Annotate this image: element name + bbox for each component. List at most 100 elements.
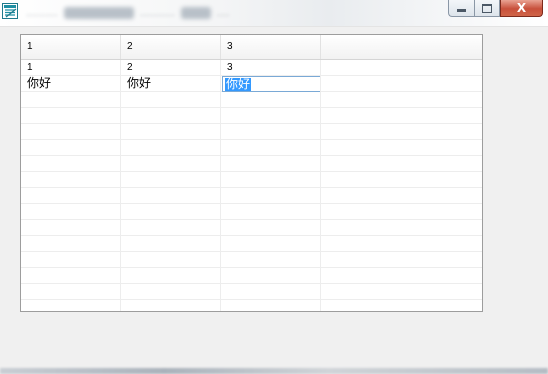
- grid-cell[interactable]: [321, 236, 482, 252]
- close-icon: X: [516, 1, 527, 15]
- grid-cell[interactable]: [221, 172, 321, 188]
- grid-cell[interactable]: [121, 204, 221, 220]
- grid-cell[interactable]: [221, 124, 321, 140]
- grid-cell[interactable]: [21, 140, 121, 156]
- grid-cell[interactable]: [321, 108, 482, 124]
- grid-cell[interactable]: [321, 204, 482, 220]
- table-row[interactable]: 1 2 3: [21, 60, 482, 76]
- grid-cell[interactable]: [21, 156, 121, 172]
- grid-cell[interactable]: [221, 204, 321, 220]
- table-row[interactable]: 你好 你好 你好: [21, 76, 482, 92]
- grid-cell[interactable]: [21, 108, 121, 124]
- grid-cell[interactable]: [321, 220, 482, 236]
- window-title: .......... ........... ....: [26, 4, 356, 22]
- grid-cell[interactable]: [221, 268, 321, 284]
- grid-cell[interactable]: [221, 156, 321, 172]
- table-row[interactable]: [21, 236, 482, 252]
- column-header[interactable]: [321, 35, 482, 59]
- grid-cell[interactable]: [121, 300, 221, 311]
- grid-cell[interactable]: [21, 284, 121, 300]
- grid-cell[interactable]: [121, 268, 221, 284]
- grid-cell[interactable]: [221, 236, 321, 252]
- grid-cell[interactable]: [221, 300, 321, 311]
- grid-cell[interactable]: [21, 268, 121, 284]
- grid-cell[interactable]: [321, 124, 482, 140]
- grid-cell[interactable]: [121, 172, 221, 188]
- selected-text: 你好: [225, 76, 252, 91]
- table-row[interactable]: [21, 172, 482, 188]
- grid-cell[interactable]: [321, 60, 482, 76]
- grid-cell[interactable]: 1: [21, 60, 121, 76]
- table-row[interactable]: [21, 92, 482, 108]
- table-row[interactable]: [21, 156, 482, 172]
- window-controls: X: [448, 0, 543, 18]
- grid-cell[interactable]: [321, 268, 482, 284]
- window-title-part: ...........: [139, 7, 175, 19]
- grid-cell[interactable]: [21, 236, 121, 252]
- table-row[interactable]: [21, 204, 482, 220]
- grid-cell[interactable]: [21, 188, 121, 204]
- grid-cell[interactable]: [321, 140, 482, 156]
- grid-cell[interactable]: [321, 92, 482, 108]
- table-row[interactable]: [21, 284, 482, 300]
- grid-cell[interactable]: [221, 108, 321, 124]
- grid-cell[interactable]: [21, 300, 121, 311]
- taskbar-strip: [0, 368, 548, 374]
- grid-cell[interactable]: [121, 284, 221, 300]
- grid-cell[interactable]: [221, 92, 321, 108]
- grid-cell[interactable]: [121, 252, 221, 268]
- maximize-button[interactable]: [474, 0, 500, 17]
- minimize-button[interactable]: [448, 0, 474, 17]
- close-button[interactable]: X: [500, 0, 543, 17]
- table-row[interactable]: [21, 252, 482, 268]
- grid-cell[interactable]: 你好: [121, 76, 221, 92]
- table-row[interactable]: [21, 300, 482, 311]
- grid-cell[interactable]: [21, 204, 121, 220]
- grid-cell[interactable]: [221, 284, 321, 300]
- table-row[interactable]: [21, 140, 482, 156]
- grid-cell[interactable]: [121, 124, 221, 140]
- grid-cell[interactable]: [321, 284, 482, 300]
- column-header[interactable]: 3: [221, 35, 321, 59]
- table-row[interactable]: [21, 108, 482, 124]
- grid-cell[interactable]: [221, 220, 321, 236]
- data-grid[interactable]: 1 2 3 1 2 3 你好 你好 你好: [20, 34, 483, 312]
- grid-cell[interactable]: [321, 156, 482, 172]
- app-window: .......... ........... .... X 1 2 3 1 2 …: [0, 0, 548, 374]
- column-header[interactable]: 2: [121, 35, 221, 59]
- column-header[interactable]: 1: [21, 35, 121, 59]
- grid-cell[interactable]: [21, 92, 121, 108]
- grid-cell[interactable]: [221, 188, 321, 204]
- grid-cell[interactable]: [321, 172, 482, 188]
- grid-cell[interactable]: [221, 252, 321, 268]
- grid-cell[interactable]: [321, 188, 482, 204]
- grid-cell[interactable]: [121, 108, 221, 124]
- table-row[interactable]: [21, 268, 482, 284]
- window-title-part: [63, 7, 134, 19]
- grid-cell[interactable]: 2: [121, 60, 221, 76]
- title-bar[interactable]: .......... ........... .... X: [0, 0, 548, 27]
- grid-cell[interactable]: [321, 76, 482, 92]
- table-row[interactable]: [21, 124, 482, 140]
- grid-cell[interactable]: 你好: [21, 76, 121, 92]
- cell-editor-input[interactable]: 你好: [222, 76, 320, 92]
- grid-cell[interactable]: [121, 188, 221, 204]
- table-row[interactable]: [21, 188, 482, 204]
- grid-cell[interactable]: [21, 220, 121, 236]
- grid-cell[interactable]: [121, 140, 221, 156]
- grid-cell[interactable]: [21, 172, 121, 188]
- grid-cell[interactable]: [121, 92, 221, 108]
- grid-cell[interactable]: [21, 252, 121, 268]
- grid-cell[interactable]: [121, 156, 221, 172]
- grid-cell[interactable]: [21, 124, 121, 140]
- grid-cell-editing[interactable]: 你好: [221, 76, 321, 92]
- grid-cell[interactable]: [221, 140, 321, 156]
- window-title-part: ..........: [26, 7, 58, 19]
- table-row[interactable]: [21, 220, 482, 236]
- grid-cell[interactable]: [121, 236, 221, 252]
- grid-cell[interactable]: [321, 252, 482, 268]
- grid-cell[interactable]: [121, 220, 221, 236]
- grid-cell[interactable]: 3: [221, 60, 321, 76]
- grid-cell[interactable]: [321, 300, 482, 311]
- app-icon: [2, 3, 18, 19]
